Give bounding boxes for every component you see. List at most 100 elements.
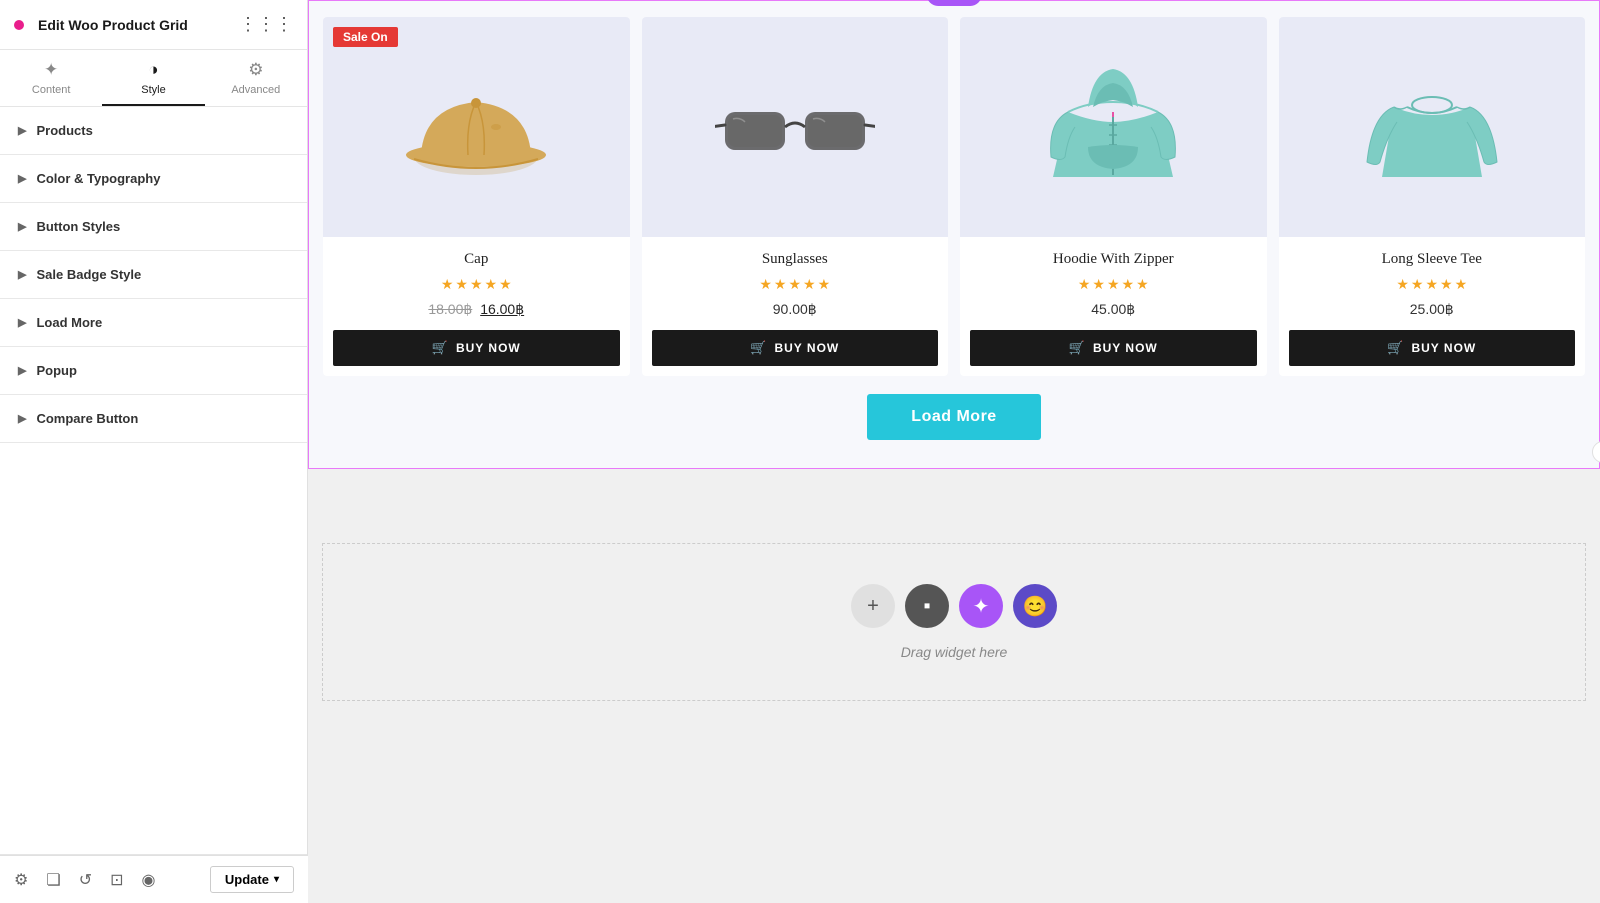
buy-now-button-cap[interactable]: 🛒 BUY NOW bbox=[333, 330, 620, 366]
chevron-icon: ▶ bbox=[18, 364, 26, 377]
star-3: ★ bbox=[1107, 276, 1120, 293]
chevron-icon: ▶ bbox=[18, 124, 26, 137]
buy-now-label: BUY NOW bbox=[1411, 341, 1476, 355]
accordion-item-load-more[interactable]: ▶ Load More bbox=[0, 299, 307, 347]
star-3: ★ bbox=[470, 276, 483, 293]
star-5: ★ bbox=[818, 276, 831, 293]
accordion-label-products: Products bbox=[36, 123, 92, 138]
tab-style-label: Style bbox=[141, 84, 165, 96]
accordion-label-load-more: Load More bbox=[36, 315, 102, 330]
star-1: ★ bbox=[1078, 276, 1091, 293]
sidebar-title: Edit Woo Product Grid bbox=[38, 17, 188, 33]
hamburger-icon[interactable]: ⋮⋮⋮ bbox=[239, 14, 293, 35]
tab-style[interactable]: ◑ Style bbox=[102, 50, 204, 106]
sidebar: Edit Woo Product Grid ⋮⋮⋮ ✦ Content ◑ St… bbox=[0, 0, 308, 903]
advanced-icon: ⚙ bbox=[248, 60, 263, 80]
product-price-longsleeve: 25.00฿ bbox=[1289, 301, 1576, 318]
cart-icon: 🛒 bbox=[1069, 340, 1086, 356]
chevron-icon: ▶ bbox=[18, 220, 26, 233]
accordion-item-products[interactable]: ▶ Products bbox=[0, 107, 307, 155]
product-image-wrap-hoodie bbox=[960, 17, 1267, 237]
user-button[interactable]: 😊 bbox=[1013, 584, 1057, 628]
history-icon[interactable]: ↺ bbox=[79, 870, 92, 890]
layers-icon[interactable]: ❏ bbox=[46, 870, 60, 890]
star-2: ★ bbox=[455, 276, 468, 293]
accordion-label-compare-button: Compare Button bbox=[36, 411, 138, 426]
sidebar-header: Edit Woo Product Grid ⋮⋮⋮ bbox=[0, 0, 307, 50]
product-grid-widget: + ⠿ × Sale On bbox=[308, 0, 1600, 469]
update-button[interactable]: Update ▾ bbox=[210, 866, 294, 893]
product-card-sunglasses: Sunglasses ★ ★ ★ ★ ★ 90.00฿ 🛒 bbox=[642, 17, 949, 376]
star-5: ★ bbox=[1136, 276, 1149, 293]
star-5: ★ bbox=[499, 276, 512, 293]
folder-button[interactable]: ▪ bbox=[905, 584, 949, 628]
cart-icon: 🛒 bbox=[1387, 340, 1404, 356]
sidebar-tabs: ✦ Content ◑ Style ⚙ Advanced bbox=[0, 50, 307, 107]
load-more-section: Load More bbox=[323, 376, 1585, 454]
sale-badge: Sale On bbox=[333, 27, 398, 47]
product-name-hoodie: Hoodie With Zipper bbox=[970, 251, 1257, 268]
buy-now-label: BUY NOW bbox=[456, 341, 521, 355]
product-info-sunglasses: Sunglasses ★ ★ ★ ★ ★ 90.00฿ 🛒 bbox=[642, 237, 949, 376]
widget-area: + ⠿ × Sale On bbox=[308, 0, 1600, 701]
price-longsleeve: 25.00฿ bbox=[1410, 301, 1454, 317]
grid-toolbar: + ⠿ × bbox=[927, 0, 982, 6]
star-2: ★ bbox=[774, 276, 787, 293]
price-sale-cap: 16.00฿ bbox=[480, 301, 524, 317]
product-name-cap: Cap bbox=[333, 251, 620, 268]
product-card-hoodie: Hoodie With Zipper ★ ★ ★ ★ ★ 45.00฿ � bbox=[960, 17, 1267, 376]
responsive-icon[interactable]: ⊡ bbox=[110, 870, 123, 890]
buy-now-button-sunglasses[interactable]: 🛒 BUY NOW bbox=[652, 330, 939, 366]
product-price-sunglasses: 90.00฿ bbox=[652, 301, 939, 318]
price-hoodie: 45.00฿ bbox=[1091, 301, 1135, 317]
empty-section: + ▪ ✦ 😊 Drag widget here bbox=[322, 543, 1586, 701]
product-card-cap: Sale On bbox=[323, 17, 630, 376]
main-content: + ⠿ × Sale On bbox=[308, 0, 1600, 903]
product-price-cap: 18.00฿ 16.00฿ bbox=[333, 301, 620, 318]
toolbar-drag-icon[interactable]: ⠿ bbox=[949, 0, 959, 3]
product-name-sunglasses: Sunglasses bbox=[652, 251, 939, 268]
product-price-hoodie: 45.00฿ bbox=[970, 301, 1257, 318]
accordion-item-button-styles[interactable]: ▶ Button Styles bbox=[0, 203, 307, 251]
price-sunglasses: 90.00฿ bbox=[773, 301, 817, 317]
update-label: Update bbox=[225, 872, 269, 887]
product-info-longsleeve: Long Sleeve Tee ★ ★ ★ ★ ★ 25.00฿ 🛒 bbox=[1279, 237, 1586, 376]
content-icon: ✦ bbox=[44, 60, 58, 80]
star-1: ★ bbox=[1396, 276, 1409, 293]
product-image-cap bbox=[396, 47, 556, 207]
accordion-label-sale-badge: Sale Badge Style bbox=[36, 267, 141, 282]
star-3: ★ bbox=[1425, 276, 1438, 293]
products-grid: Sale On bbox=[323, 17, 1585, 376]
settings-icon[interactable]: ⚙ bbox=[14, 870, 28, 890]
magic-button[interactable]: ✦ bbox=[959, 584, 1003, 628]
load-more-button[interactable]: Load More bbox=[867, 394, 1040, 440]
add-widget-button[interactable]: + bbox=[851, 584, 895, 628]
drag-widget-text: Drag widget here bbox=[901, 644, 1008, 660]
accordion-item-sale-badge[interactable]: ▶ Sale Badge Style bbox=[0, 251, 307, 299]
accordion-item-popup[interactable]: ▶ Popup bbox=[0, 347, 307, 395]
tab-content-label: Content bbox=[32, 84, 71, 96]
accordion-item-color-typography[interactable]: ▶ Color & Typography bbox=[0, 155, 307, 203]
toolbar-add-icon[interactable]: + bbox=[935, 0, 943, 3]
buy-now-button-longsleeve[interactable]: 🛒 BUY NOW bbox=[1289, 330, 1576, 366]
star-4: ★ bbox=[1440, 276, 1453, 293]
tab-content[interactable]: ✦ Content bbox=[0, 50, 102, 106]
accordion-item-compare-button[interactable]: ▶ Compare Button bbox=[0, 395, 307, 443]
product-name-longsleeve: Long Sleeve Tee bbox=[1289, 251, 1576, 268]
preview-icon[interactable]: ◉ bbox=[142, 870, 156, 890]
star-4: ★ bbox=[803, 276, 816, 293]
widget-actions: + ▪ ✦ 😊 bbox=[851, 584, 1057, 628]
buy-now-button-hoodie[interactable]: 🛒 BUY NOW bbox=[970, 330, 1257, 366]
star-3: ★ bbox=[788, 276, 801, 293]
brand-dot bbox=[14, 20, 24, 30]
product-image-hoodie bbox=[1033, 47, 1193, 207]
buy-now-label: BUY NOW bbox=[1093, 341, 1158, 355]
product-card-longsleeve: Long Sleeve Tee ★ ★ ★ ★ ★ 25.00฿ 🛒 bbox=[1279, 17, 1586, 376]
product-stars-sunglasses: ★ ★ ★ ★ ★ bbox=[652, 276, 939, 293]
product-stars-hoodie: ★ ★ ★ ★ ★ bbox=[970, 276, 1257, 293]
toolbar-close-icon[interactable]: × bbox=[965, 0, 973, 3]
star-2: ★ bbox=[1411, 276, 1424, 293]
product-image-wrap-longsleeve bbox=[1279, 17, 1586, 237]
bottom-bar-icons: ⚙ ❏ ↺ ⊡ ◉ bbox=[14, 870, 155, 890]
tab-advanced[interactable]: ⚙ Advanced bbox=[205, 50, 307, 106]
